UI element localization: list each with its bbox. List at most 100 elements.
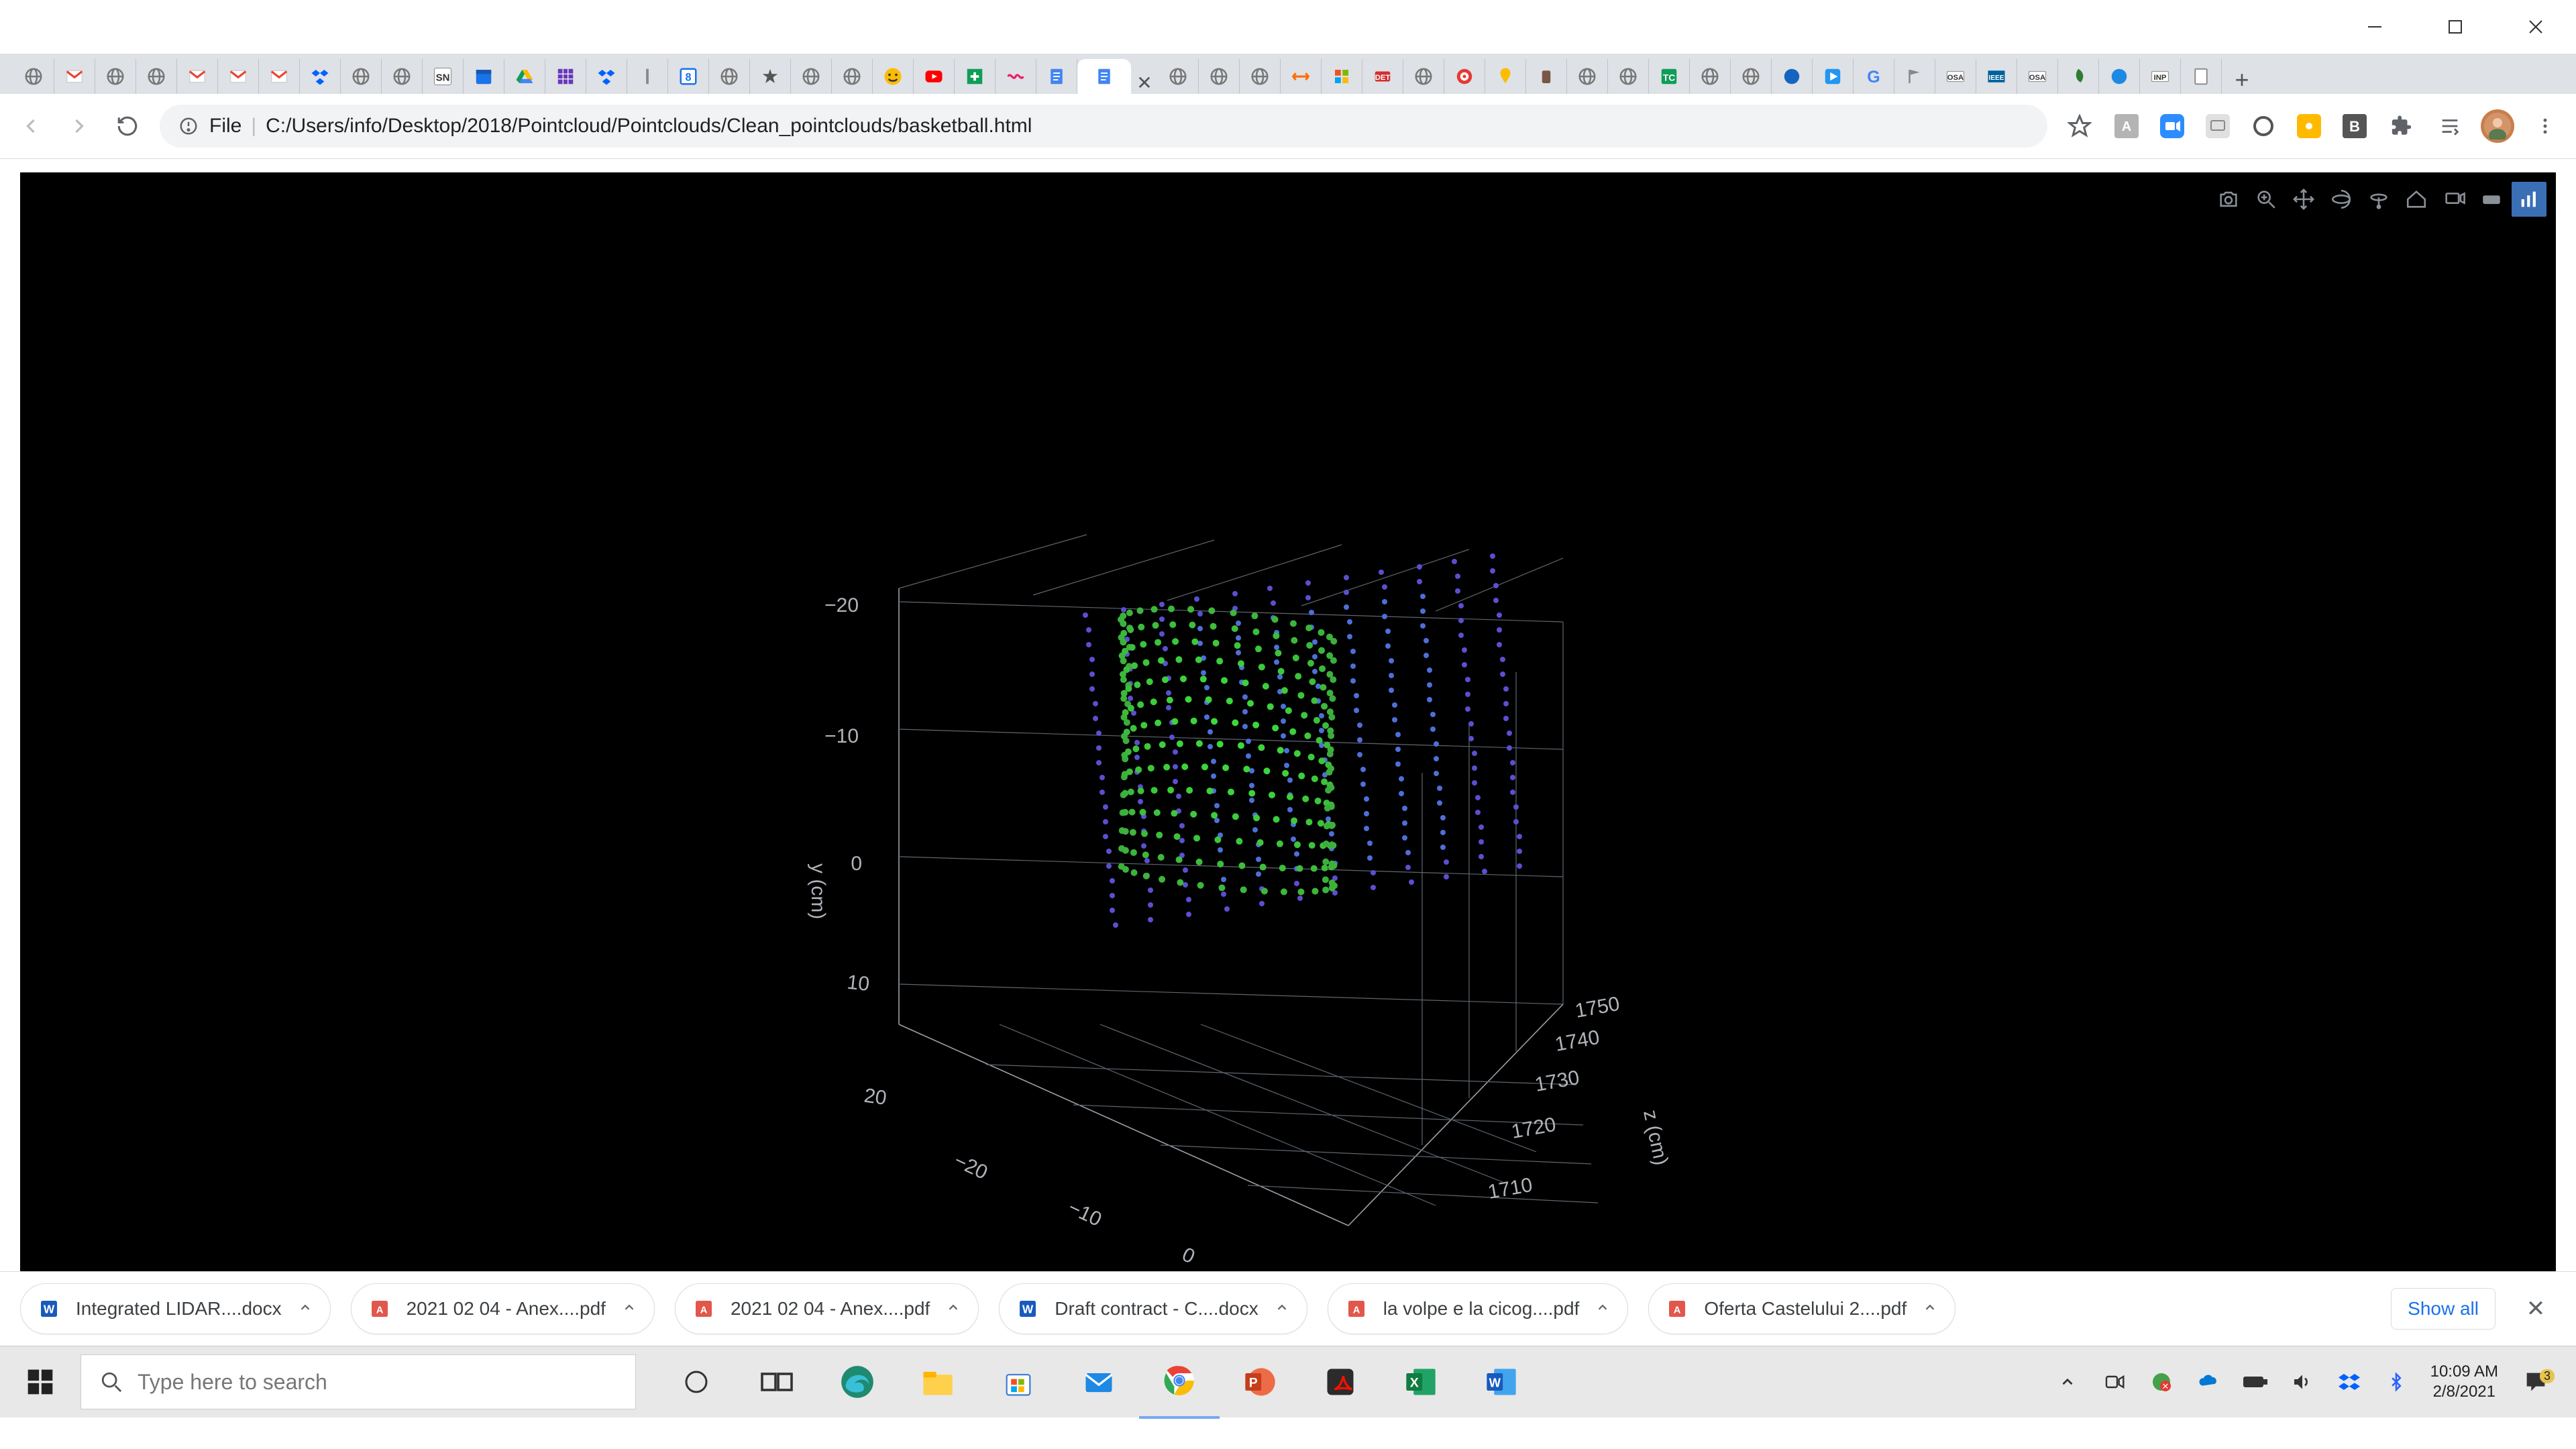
- taskbar-search-input[interactable]: Type here to search: [80, 1354, 636, 1409]
- taskbar-app-excel[interactable]: X: [1381, 1346, 1461, 1417]
- browser-tab-46[interactable]: OSA: [1935, 59, 1976, 94]
- reload-button[interactable]: [103, 102, 152, 150]
- tab-close-button[interactable]: ✕: [1131, 72, 1158, 94]
- chrome-menu-button[interactable]: [2521, 102, 2569, 150]
- browser-tab-50[interactable]: [2099, 59, 2140, 94]
- browser-tab-11[interactable]: [464, 59, 504, 94]
- download-item-2[interactable]: A2021 02 04 - Anex....pdf: [675, 1283, 979, 1334]
- download-item-1[interactable]: A2021 02 04 - Anex....pdf: [351, 1283, 655, 1334]
- download-menu-button[interactable]: [622, 1298, 637, 1320]
- browser-tab-20[interactable]: [832, 59, 873, 94]
- browser-tab-33[interactable]: [1403, 59, 1444, 94]
- browser-tab-6[interactable]: [259, 59, 300, 94]
- extension-screencast-icon[interactable]: [2198, 106, 2238, 146]
- browser-tab-18[interactable]: [750, 59, 791, 94]
- tray-bluetooth-icon[interactable]: [2373, 1346, 2420, 1417]
- browser-tab-2[interactable]: [95, 59, 136, 94]
- browser-tab-21[interactable]: [873, 59, 914, 94]
- browser-tab-31[interactable]: [1322, 59, 1362, 94]
- tray-overflow-button[interactable]: [2044, 1346, 2091, 1417]
- browser-tab-17[interactable]: [709, 59, 750, 94]
- browser-tab-5[interactable]: [218, 59, 259, 94]
- tray-dropbox-icon[interactable]: [2326, 1346, 2373, 1417]
- browser-tab-15[interactable]: [627, 59, 668, 94]
- taskbar-app-store[interactable]: [978, 1346, 1059, 1417]
- downloads-show-all-button[interactable]: Show all: [2391, 1288, 2496, 1330]
- taskbar-app-chrome[interactable]: [1139, 1345, 1220, 1419]
- browser-tab-39[interactable]: TC: [1649, 59, 1690, 94]
- extensions-button[interactable]: [2377, 102, 2426, 150]
- action-center-button[interactable]: 3: [2509, 1368, 2563, 1395]
- browser-tab-48[interactable]: OSA: [2017, 59, 2058, 94]
- browser-tab-52[interactable]: [2181, 59, 2222, 94]
- address-bar[interactable]: File | C:/Users/info/Desktop/2018/Pointc…: [160, 105, 2047, 148]
- browser-tab-8[interactable]: [341, 59, 382, 94]
- download-menu-button[interactable]: [1275, 1298, 1289, 1320]
- plotly-3d-scatter[interactable]: −20 −10 0 10 20 −20 −10 0 1750 1740 1730…: [20, 172, 2556, 1271]
- browser-tab-26[interactable]: [1077, 59, 1131, 94]
- download-menu-button[interactable]: [1595, 1298, 1610, 1320]
- back-button[interactable]: [7, 102, 55, 150]
- browser-tab-13[interactable]: [545, 59, 586, 94]
- download-item-4[interactable]: Ala volpe e la cicog....pdf: [1328, 1283, 1629, 1334]
- download-item-3[interactable]: WDraft contract - C....docx: [999, 1283, 1307, 1334]
- browser-tab-4[interactable]: [177, 59, 218, 94]
- forward-button[interactable]: [55, 102, 103, 150]
- browser-tab-51[interactable]: INP: [2140, 59, 2181, 94]
- browser-tab-10[interactable]: SN: [423, 59, 464, 94]
- browser-tab-14[interactable]: [586, 59, 627, 94]
- taskbar-app-powerpoint[interactable]: P: [1220, 1346, 1300, 1417]
- extension-keep-icon[interactable]: [2289, 106, 2329, 146]
- reading-list-button[interactable]: [2426, 102, 2474, 150]
- browser-tab-1[interactable]: [54, 59, 95, 94]
- download-menu-button[interactable]: [946, 1298, 961, 1320]
- taskbar-app-word[interactable]: W: [1461, 1346, 1542, 1417]
- taskbar-app-explorer[interactable]: [898, 1346, 978, 1417]
- taskbar-clock[interactable]: 10:09 AM 2/8/2021: [2420, 1362, 2509, 1402]
- extension-circle-icon[interactable]: [2243, 106, 2284, 146]
- window-minimize-button[interactable]: [2334, 0, 2415, 54]
- browser-tab-42[interactable]: [1772, 59, 1813, 94]
- browser-tab-24[interactable]: [996, 59, 1036, 94]
- browser-tab-44[interactable]: G: [1854, 59, 1894, 94]
- extension-zoom-icon[interactable]: [2152, 106, 2192, 146]
- browser-tab-36[interactable]: [1526, 59, 1567, 94]
- extension-adobe-icon[interactable]: A: [2106, 106, 2147, 146]
- browser-tab-3[interactable]: [136, 59, 177, 94]
- browser-tab-16[interactable]: 8: [668, 59, 709, 94]
- browser-tab-45[interactable]: [1894, 59, 1935, 94]
- browser-tab-27[interactable]: [1158, 59, 1199, 94]
- taskbar-app-mail[interactable]: [1059, 1346, 1139, 1417]
- task-view-button[interactable]: [737, 1346, 817, 1417]
- browser-tab-12[interactable]: [504, 59, 545, 94]
- window-close-button[interactable]: [2496, 0, 2576, 54]
- tray-security-icon[interactable]: ✕: [2138, 1346, 2185, 1417]
- browser-tab-49[interactable]: [2058, 59, 2099, 94]
- bookmark-star-button[interactable]: [2055, 102, 2104, 150]
- browser-tab-25[interactable]: [1036, 59, 1077, 94]
- browser-tab-41[interactable]: [1731, 59, 1772, 94]
- browser-tab-47[interactable]: IEEE: [1976, 59, 2017, 94]
- browser-tab-22[interactable]: [914, 59, 955, 94]
- start-button[interactable]: [0, 1346, 80, 1417]
- tray-volume-icon[interactable]: [2279, 1346, 2326, 1417]
- profile-avatar-button[interactable]: [2481, 109, 2514, 143]
- browser-tab-35[interactable]: [1485, 59, 1526, 94]
- browser-tab-34[interactable]: [1444, 59, 1485, 94]
- browser-tab-7[interactable]: [300, 59, 341, 94]
- new-tab-button[interactable]: +: [2222, 66, 2262, 94]
- download-item-5[interactable]: AOferta Castelului 2....pdf: [1648, 1283, 1955, 1334]
- window-maximize-button[interactable]: [2415, 0, 2496, 54]
- download-item-0[interactable]: WIntegrated LIDAR....docx: [20, 1283, 331, 1334]
- browser-tab-23[interactable]: [955, 59, 996, 94]
- browser-tab-9[interactable]: [382, 59, 423, 94]
- tray-battery-icon[interactable]: [2232, 1346, 2279, 1417]
- browser-tab-28[interactable]: [1199, 59, 1240, 94]
- tray-onedrive-icon[interactable]: [2185, 1346, 2232, 1417]
- taskbar-app-acrobat[interactable]: [1300, 1346, 1381, 1417]
- taskbar-app-edge[interactable]: [817, 1346, 898, 1417]
- browser-tab-40[interactable]: [1690, 59, 1731, 94]
- browser-tab-32[interactable]: DET: [1362, 59, 1403, 94]
- browser-tab-30[interactable]: [1281, 59, 1322, 94]
- browser-tab-38[interactable]: [1608, 59, 1649, 94]
